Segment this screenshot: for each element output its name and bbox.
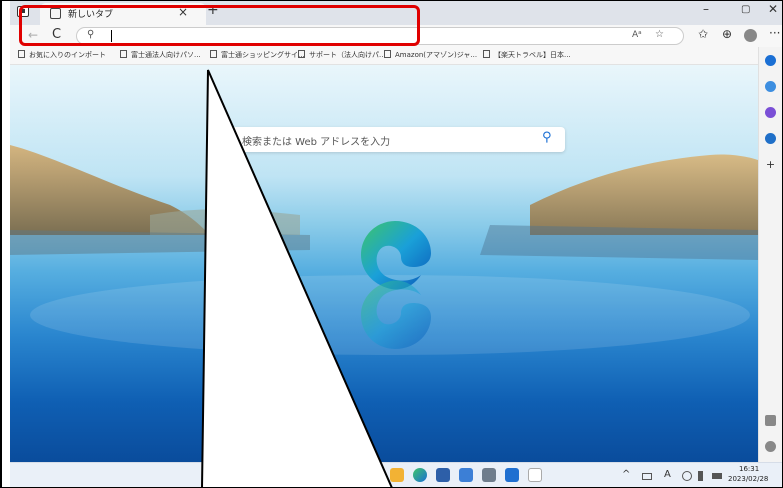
screenshot-frame: 新しいタブ × + – ▢ ✕ ← C ⚲ Aᵃ ☆ ✩ ⊕ ··· お気に入り… [0,0,783,488]
screenshot-border [0,0,783,488]
